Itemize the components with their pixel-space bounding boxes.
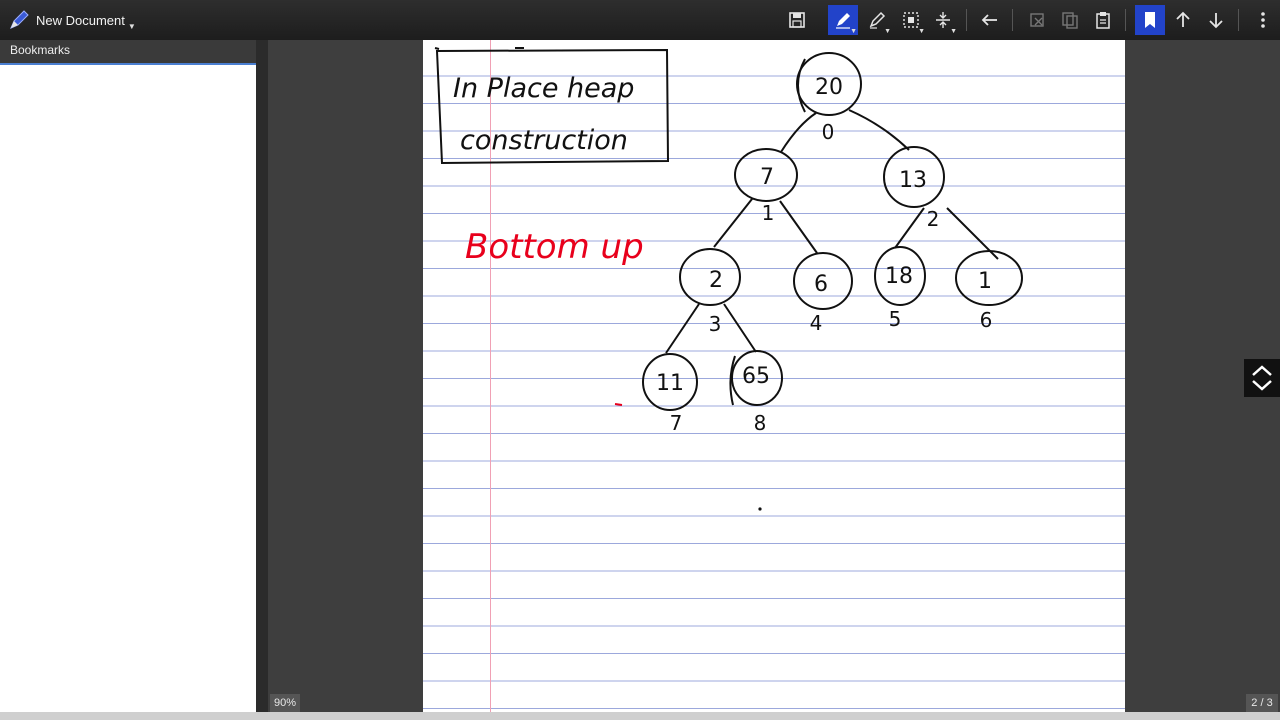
save-icon [789, 12, 805, 28]
app-pen-icon [10, 10, 29, 29]
tree-labels: 20071132236418516117658 [656, 75, 992, 435]
notebook-page[interactable]: In Place heap construction Bottom up 20 … [423, 40, 1125, 720]
chevron-down-icon: ▼ [884, 28, 891, 35]
arrow-up-icon [1176, 11, 1190, 27]
save-button[interactable] [782, 5, 812, 35]
tree-node-index: 1 [762, 201, 775, 225]
tree-node-circles [642, 52, 1023, 411]
toolbar-divider [966, 9, 967, 31]
pen-icon [836, 13, 850, 29]
tree-node-value: 7 [760, 165, 774, 190]
toolbar: New Document ▼ ▼ ▼ ▼ ▼ [0, 0, 1280, 41]
panel-splitter[interactable] [256, 40, 268, 720]
bookmark-button[interactable] [1135, 5, 1165, 35]
tree-node-index: 0 [822, 120, 835, 144]
tree-node-value: 65 [742, 364, 770, 389]
eraser-tool-button[interactable]: ▼ [862, 5, 892, 35]
chevron-down-icon: ▼ [918, 28, 925, 35]
tree-node-value: 11 [656, 371, 684, 396]
tree-node-value: 20 [815, 75, 843, 100]
tree-node-value: 1 [978, 269, 992, 294]
bookmarks-panel-header: Bookmarks [0, 40, 256, 65]
toolbar-divider [1238, 9, 1239, 31]
page-indicator: 2 / 3 [1246, 694, 1278, 712]
cut-button[interactable] [1022, 5, 1052, 35]
zoom-level[interactable]: 90% [270, 694, 300, 712]
next-page-button[interactable] [1201, 5, 1231, 35]
selection-tool-button[interactable]: ▼ [896, 5, 926, 35]
tree-node-index: 3 [709, 312, 722, 336]
document-title-menu[interactable]: New Document ▼ [8, 6, 136, 34]
window-bottom-edge [0, 712, 1280, 720]
tree-node-value: 18 [885, 264, 913, 289]
selection-icon [903, 12, 919, 28]
tree-node-index: 2 [927, 207, 940, 231]
undo-icon [981, 14, 997, 26]
tree-node-value: 13 [899, 168, 927, 193]
tree-node-index: 6 [980, 308, 993, 332]
cut-icon [1030, 13, 1044, 27]
copy-icon [1062, 12, 1078, 29]
note-title-line-2: construction [460, 125, 628, 156]
page-scroll-arrows[interactable] [1244, 359, 1280, 397]
document-title: New Document [36, 12, 125, 28]
tree-node-index: 7 [670, 411, 683, 435]
paste-icon [1096, 12, 1110, 29]
tree-node-value: 2 [709, 268, 723, 293]
note-subtitle: Bottom up [465, 227, 644, 267]
more-menu-button[interactable] [1248, 5, 1278, 35]
toolbar-divider [1012, 9, 1013, 31]
undo-button[interactable] [975, 5, 1005, 35]
insert-space-icon [936, 12, 950, 28]
tree-node-value: 6 [814, 272, 828, 297]
bookmarks-list[interactable] [0, 65, 256, 720]
more-vertical-icon [1261, 12, 1265, 28]
handwriting-canvas: In Place heap construction Bottom up 200… [434, 47, 1023, 511]
paste-button[interactable] [1088, 5, 1118, 35]
bookmarks-title: Bookmarks [10, 43, 71, 57]
insert-space-button[interactable]: ▼ [928, 5, 958, 35]
note-title-line-1: In Place heap [453, 73, 634, 104]
tree-node-index: 5 [889, 307, 902, 331]
previous-page-button[interactable] [1168, 5, 1198, 35]
pen-tool-button[interactable]: ▼ [828, 5, 858, 35]
eraser-icon [869, 11, 886, 29]
chevron-down-icon: ▼ [850, 28, 857, 35]
chevron-down-icon: ▼ [127, 21, 136, 31]
toolbar-divider [1125, 9, 1126, 31]
bookmark-icon [1145, 12, 1155, 28]
tree-node-index: 8 [754, 411, 767, 435]
scroll-up-down-icon [1252, 365, 1272, 391]
arrow-down-icon [1209, 13, 1223, 29]
tree-node-index: 4 [810, 311, 823, 335]
copy-button[interactable] [1055, 5, 1085, 35]
chevron-down-icon: ▼ [950, 28, 957, 35]
